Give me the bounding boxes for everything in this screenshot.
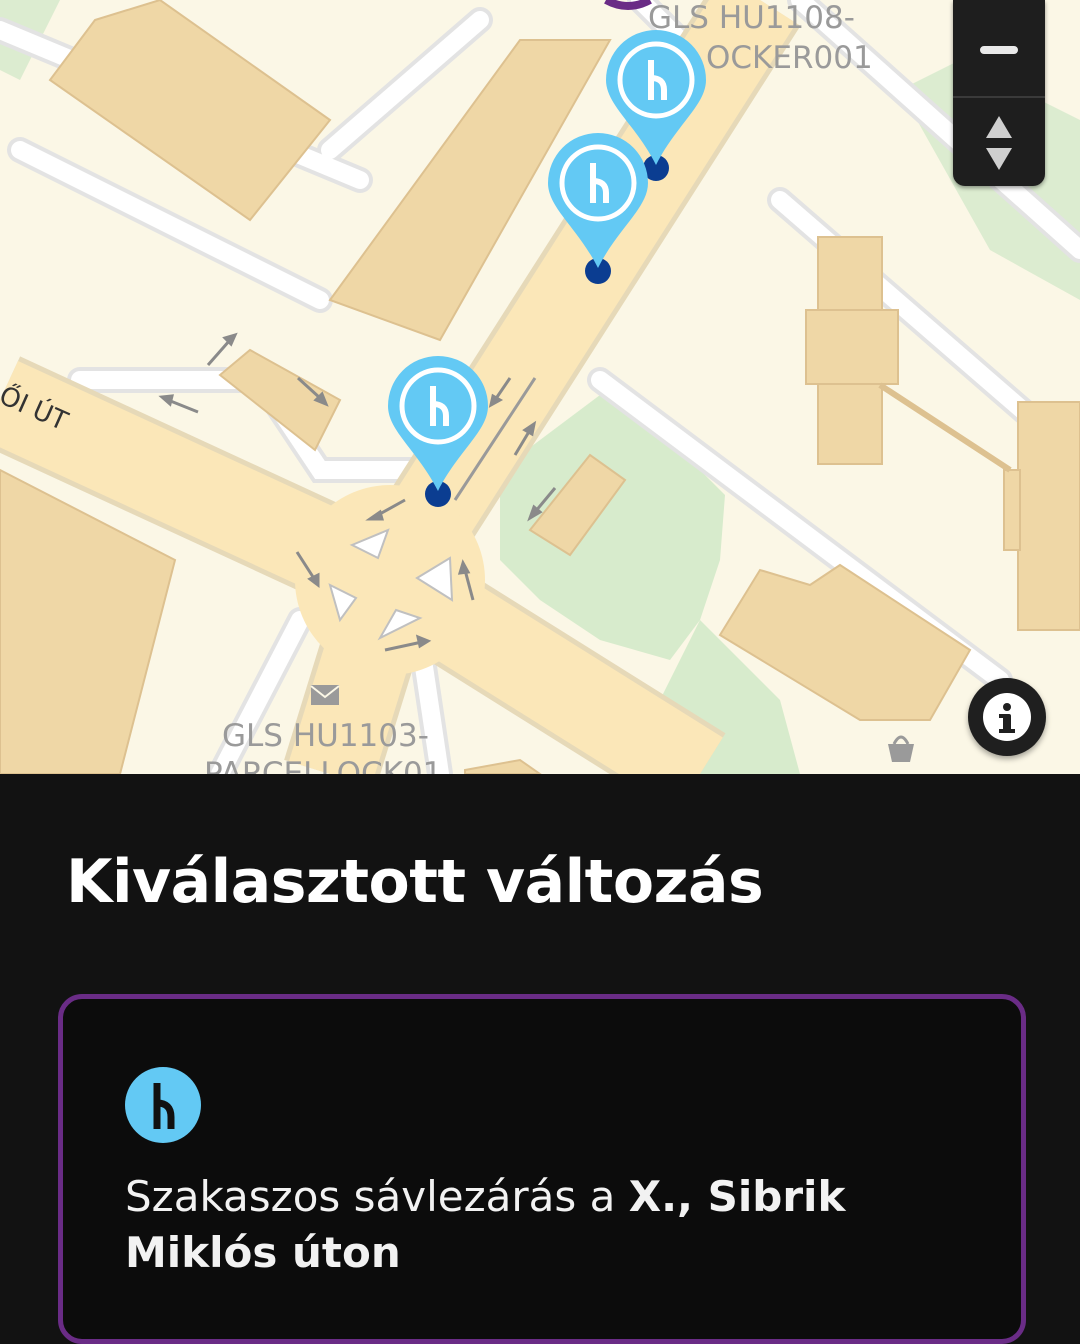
lane-merge-icon (125, 1067, 201, 1143)
zoom-out-button[interactable] (953, 2, 1045, 94)
map-view[interactable]: ŐI ÚT GLS HU1108- OCKER001 GLS HU1103- P… (0, 0, 1080, 774)
mail-icon (310, 685, 340, 705)
poi-bottom-label-line1: GLS HU1103- (222, 718, 429, 754)
map-canvas[interactable] (0, 0, 1080, 774)
poi-bottom-label-line2: PARCELLOCK01 (204, 756, 443, 774)
info-icon (983, 693, 1031, 741)
basket-icon (888, 735, 914, 762)
info-button[interactable] (968, 678, 1046, 756)
poi-top-label-line2: OCKER001 (706, 40, 873, 76)
panel-title: Kiválasztott változás (66, 847, 764, 917)
change-description-plain: Szakaszos sávlezárás a (125, 1172, 629, 1221)
poi-top-label-line1: GLS HU1108- (648, 0, 855, 36)
zoom-controls (953, 0, 1045, 186)
change-description: Szakaszos sávlezárás a X., Sibrik Miklós… (125, 1169, 885, 1281)
compass-arrows-icon (986, 116, 1012, 170)
change-card[interactable]: Szakaszos sávlezárás a X., Sibrik Miklós… (58, 994, 1026, 1344)
compass-button[interactable] (953, 98, 1045, 190)
